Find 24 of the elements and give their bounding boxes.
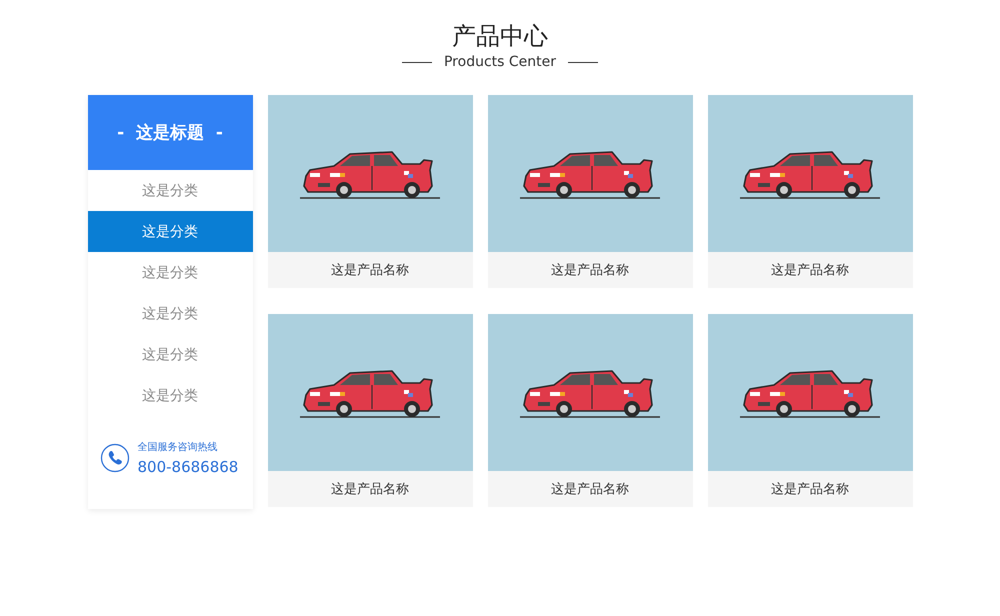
product-name[interactable]: 这是产品名称 bbox=[268, 252, 472, 288]
category-item[interactable]: 这是分类 bbox=[88, 211, 252, 252]
hotline-number: 800-8686868 bbox=[138, 458, 238, 476]
product-name[interactable]: 这是产品名称 bbox=[708, 252, 912, 288]
hotline-label: 全国服务咨询热线 bbox=[138, 440, 218, 454]
sidebar-title: - 这是标题 - bbox=[88, 95, 252, 170]
product-image[interactable] bbox=[708, 95, 912, 252]
product-name[interactable]: 这是产品名称 bbox=[708, 471, 912, 507]
product-image[interactable] bbox=[488, 314, 692, 471]
section-title: 产品中心 bbox=[452, 21, 548, 52]
product-name[interactable]: 这是产品名称 bbox=[268, 471, 472, 507]
section-subtitle: Products Center bbox=[444, 54, 556, 70]
product-name[interactable]: 这是产品名称 bbox=[488, 471, 692, 507]
category-item[interactable]: 这是分类 bbox=[88, 375, 252, 416]
product-image[interactable] bbox=[268, 95, 472, 252]
category-item[interactable]: 这是分类 bbox=[88, 170, 252, 211]
product-name[interactable]: 这是产品名称 bbox=[488, 252, 692, 288]
product-image[interactable] bbox=[488, 95, 692, 252]
category-item[interactable]: 这是分类 bbox=[88, 293, 252, 334]
product-image[interactable] bbox=[708, 314, 912, 471]
phone-icon bbox=[100, 443, 130, 473]
category-item[interactable]: 这是分类 bbox=[88, 334, 252, 375]
product-image[interactable] bbox=[268, 314, 472, 471]
category-item[interactable]: 这是分类 bbox=[88, 252, 252, 293]
